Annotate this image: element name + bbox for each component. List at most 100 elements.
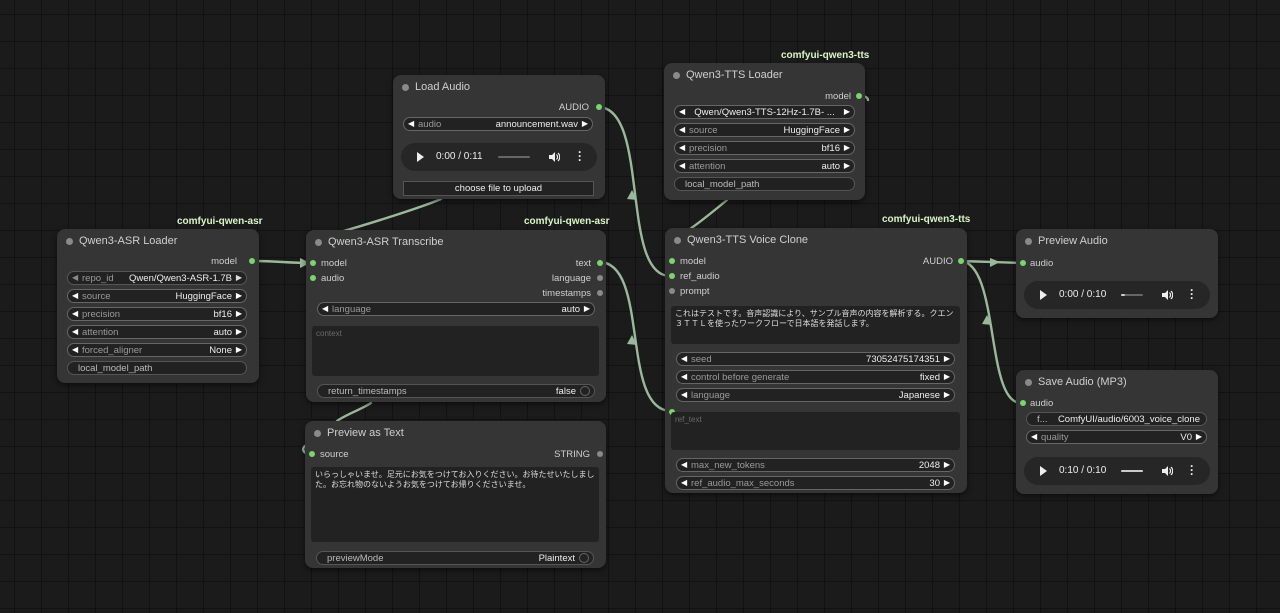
node-load-audio[interactable]: Load Audio AUDIO ◀ audio announcement.wa…: [393, 75, 605, 199]
collapse-dot-icon[interactable]: [674, 237, 681, 244]
arrow-right-icon[interactable]: ▶: [236, 309, 242, 318]
combo-repo-id[interactable]: ◀ Qwen/Qwen3-TTS-12Hz-1.7B- ... ▶: [674, 105, 855, 119]
node-voice-clone[interactable]: Qwen3-TTS Voice Clone model ref_audio pr…: [665, 228, 967, 493]
more-options-icon[interactable]: · · ·: [1190, 284, 1194, 304]
arrow-left-icon[interactable]: ◀: [681, 460, 687, 469]
combo-language[interactable]: ◀ language Japanese ▶: [676, 388, 955, 402]
combo-attention[interactable]: ◀ attention auto ▶: [67, 325, 247, 339]
node-title-bar[interactable]: Save Audio (MP3): [1016, 370, 1218, 394]
upload-button[interactable]: choose file to upload: [403, 181, 594, 196]
context-textarea[interactable]: context: [312, 326, 599, 376]
preview-textarea[interactable]: いらっしゃいませ。足元にお気をつけてお入りください。お待たせいたしました。お忘れ…: [311, 467, 599, 542]
progress-bar[interactable]: [1121, 294, 1143, 296]
number-max-new-tokens[interactable]: ◀ max_new_tokens 2048 ▶: [676, 458, 955, 472]
number-seed[interactable]: ◀ seed 73052475174351 ▶: [676, 352, 955, 366]
progress-bar[interactable]: [498, 156, 530, 158]
input-pin-audio[interactable]: [1020, 260, 1026, 266]
input-pin-model[interactable]: [310, 260, 316, 266]
output-pin-text[interactable]: [597, 260, 603, 266]
node-tts-loader[interactable]: Qwen3-TTS Loader model ◀ Qwen/Qwen3-TTS-…: [664, 63, 865, 200]
arrow-left-icon[interactable]: ◀: [72, 309, 78, 318]
combo-attention[interactable]: ◀ attention auto ▶: [674, 159, 855, 173]
arrow-right-icon[interactable]: ▶: [844, 107, 850, 116]
output-pin-language[interactable]: [597, 275, 603, 281]
node-asr-transcribe[interactable]: Qwen3-ASR Transcribe model audio text la…: [306, 230, 606, 402]
combo-precision[interactable]: ◀ precision bf16 ▶: [674, 141, 855, 155]
text-textarea[interactable]: これはテストです。音声認識により、サンプル音声の内容を解析する。クエン３ＴＴＬを…: [671, 306, 960, 344]
arrow-left-icon[interactable]: ◀: [72, 327, 78, 336]
arrow-left-icon[interactable]: ◀: [679, 161, 685, 170]
combo-audio-file[interactable]: ◀ audio announcement.wav ▶: [403, 117, 593, 131]
input-pin-source[interactable]: [309, 451, 315, 457]
combo-source[interactable]: ◀ source HuggingFace ▶: [674, 123, 855, 137]
collapse-dot-icon[interactable]: [673, 72, 680, 79]
node-title-bar[interactable]: Qwen3-TTS Loader: [664, 63, 865, 87]
audio-player[interactable]: 0:00 / 0:10 · · ·: [1024, 281, 1210, 309]
combo-source[interactable]: ◀ source HuggingFace ▶: [67, 289, 247, 303]
combo-control-before-generate[interactable]: ◀ control before generate fixed ▶: [676, 370, 955, 384]
more-options-icon[interactable]: · · ·: [1190, 460, 1194, 480]
arrow-left-icon[interactable]: ◀: [322, 304, 328, 313]
arrow-right-icon[interactable]: ▶: [584, 304, 590, 313]
node-asr-loader[interactable]: Qwen3-ASR Loader model ◀ repo_id Qwen/Qw…: [57, 229, 259, 383]
arrow-right-icon[interactable]: ▶: [236, 327, 242, 336]
arrow-left-icon[interactable]: ◀: [681, 372, 687, 381]
output-pin-timestamps[interactable]: [597, 290, 603, 296]
arrow-left-icon[interactable]: ◀: [72, 273, 78, 282]
output-pin-audio[interactable]: [596, 104, 602, 110]
arrow-left-icon[interactable]: ◀: [679, 143, 685, 152]
output-pin-audio[interactable]: [958, 258, 964, 264]
node-title-bar[interactable]: Qwen3-TTS Voice Clone: [665, 228, 967, 252]
arrow-right-icon[interactable]: ▶: [844, 161, 850, 170]
arrow-left-icon[interactable]: ◀: [681, 478, 687, 487]
arrow-right-icon[interactable]: ▶: [944, 372, 950, 381]
input-pin-model[interactable]: [669, 258, 675, 264]
volume-icon[interactable]: [548, 151, 560, 163]
node-title-bar[interactable]: Qwen3-ASR Loader: [57, 229, 259, 253]
node-save-audio[interactable]: Save Audio (MP3) audio f... ComfyUI/audi…: [1016, 370, 1218, 494]
input-pin-ref-audio[interactable]: [669, 273, 675, 279]
arrow-left-icon[interactable]: ◀: [681, 354, 687, 363]
arrow-right-icon[interactable]: ▶: [844, 125, 850, 134]
input-pin-audio[interactable]: [310, 275, 316, 281]
arrow-right-icon[interactable]: ▶: [944, 390, 950, 399]
collapse-dot-icon[interactable]: [402, 84, 409, 91]
toggle-return-timestamps[interactable]: return_timestamps false: [317, 384, 595, 398]
arrow-right-icon[interactable]: ▶: [944, 478, 950, 487]
arrow-left-icon[interactable]: ◀: [72, 291, 78, 300]
text-filename-prefix[interactable]: f... ComfyUI/audio/6003_voice_clone: [1026, 412, 1207, 426]
collapse-dot-icon[interactable]: [1025, 379, 1032, 386]
arrow-left-icon[interactable]: ◀: [408, 119, 414, 128]
collapse-dot-icon[interactable]: [66, 238, 73, 245]
combo-precision[interactable]: ◀ precision bf16 ▶: [67, 307, 247, 321]
arrow-right-icon[interactable]: ▶: [236, 291, 242, 300]
arrow-left-icon[interactable]: ◀: [679, 125, 685, 134]
arrow-right-icon[interactable]: ▶: [944, 460, 950, 469]
input-pin-prompt[interactable]: [669, 288, 675, 294]
arrow-right-icon[interactable]: ▶: [236, 273, 242, 282]
volume-icon[interactable]: [1161, 289, 1173, 301]
progress-bar[interactable]: [1121, 470, 1143, 472]
play-icon[interactable]: [1040, 290, 1047, 300]
node-title-bar[interactable]: Load Audio: [393, 75, 605, 99]
combo-quality[interactable]: ◀ quality V0 ▶: [1026, 430, 1207, 444]
node-preview-text[interactable]: Preview as Text source STRING いらっしゃいませ。足…: [305, 421, 606, 568]
audio-player[interactable]: 0:10 / 0:10 · · ·: [1024, 457, 1210, 485]
output-pin-model[interactable]: [856, 93, 862, 99]
audio-player[interactable]: 0:00 / 0:11 · · ·: [401, 143, 597, 171]
toggle-icon[interactable]: [579, 553, 589, 563]
collapse-dot-icon[interactable]: [315, 239, 322, 246]
output-pin-model[interactable]: [249, 258, 255, 264]
volume-icon[interactable]: [1161, 465, 1173, 477]
combo-language[interactable]: ◀ language auto ▶: [317, 302, 595, 316]
arrow-right-icon[interactable]: ▶: [236, 345, 242, 354]
more-options-icon[interactable]: · · ·: [578, 146, 582, 166]
arrow-right-icon[interactable]: ▶: [844, 143, 850, 152]
combo-repo-id[interactable]: ◀ repo_id Qwen/Qwen3-ASR-1.7B ▶: [67, 271, 247, 285]
input-pin-audio[interactable]: [1020, 400, 1026, 406]
arrow-left-icon[interactable]: ◀: [1031, 432, 1037, 441]
number-ref-audio-max-seconds[interactable]: ◀ ref_audio_max_seconds 30 ▶: [676, 476, 955, 490]
node-preview-audio[interactable]: Preview Audio audio 0:00 / 0:10 · · ·: [1016, 229, 1218, 318]
node-title-bar[interactable]: Preview as Text: [305, 421, 606, 445]
arrow-right-icon[interactable]: ▶: [1196, 432, 1202, 441]
